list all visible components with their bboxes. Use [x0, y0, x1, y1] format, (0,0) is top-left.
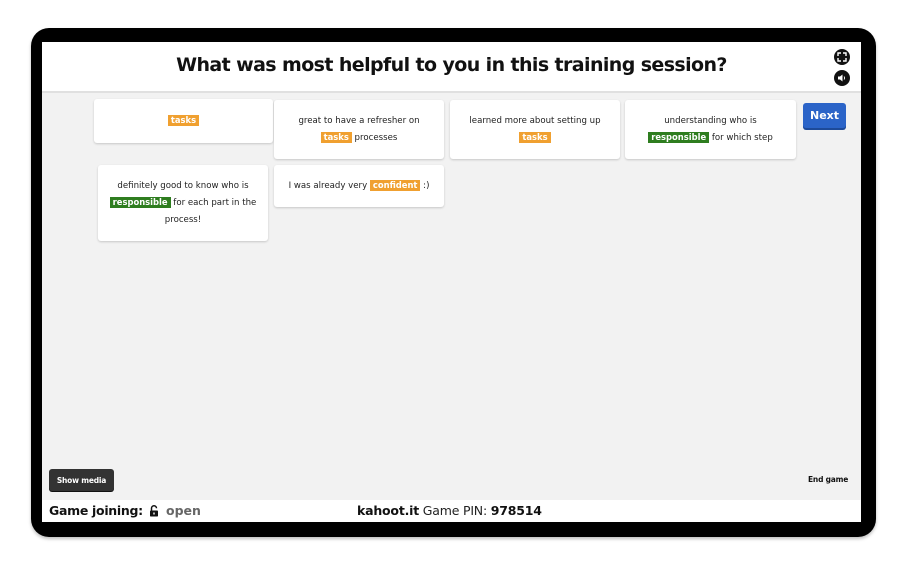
volume-button[interactable] — [834, 70, 850, 86]
response-card: I was already very confident :) — [274, 165, 444, 207]
next-button[interactable]: Next — [803, 103, 846, 128]
response-text: definitely good to know who is responsib… — [108, 178, 258, 229]
response-text-fragment: :) — [420, 180, 430, 191]
response-card: learned more about setting up tasks — [450, 100, 620, 159]
response-text: understanding who is responsible for whi… — [635, 113, 786, 147]
game-joining-label: Game joining: — [49, 503, 143, 518]
response-text-fragment: for which step — [709, 132, 773, 143]
show-media-button[interactable]: Show media — [49, 469, 114, 491]
response-text: great to have a refresher on tasks proce… — [284, 113, 434, 147]
response-text-fragment: learned more about setting up — [469, 115, 601, 126]
question-header: What was most helpful to you in this tra… — [42, 42, 861, 93]
response-text-fragment: great to have a refresher on — [298, 115, 420, 126]
fullscreen-icon — [837, 52, 847, 62]
keyword-highlight: responsible — [648, 131, 710, 143]
response-card: great to have a refresher on tasks proce… — [274, 100, 444, 159]
response-card: definitely good to know who is responsib… — [98, 165, 268, 241]
unlocked-icon[interactable] — [149, 505, 159, 517]
keyword-highlight: confident — [369, 179, 421, 191]
keyword-highlight: tasks — [519, 131, 551, 143]
host-url: kahoot.it — [357, 503, 420, 518]
keyword-highlight: tasks — [167, 114, 200, 126]
kahoot-screen: What was most helpful to you in this tra… — [42, 42, 861, 522]
game-joining-status: open — [166, 503, 201, 518]
game-pin-info: kahoot.it Game PIN: 978514 — [357, 503, 542, 518]
question-title: What was most helpful to you in this tra… — [176, 54, 727, 76]
volume-icon — [838, 74, 846, 82]
response-text: learned more about setting up tasks — [460, 113, 610, 147]
response-text: I was already very confident :) — [288, 178, 430, 195]
keyword-highlight: tasks — [320, 131, 352, 143]
response-text: tasks — [167, 113, 200, 130]
footer-bar: Game joining: open kahoot.it Game PIN: 9… — [42, 500, 861, 522]
response-text-fragment: I was already very — [288, 180, 370, 191]
response-text-fragment: understanding who is — [664, 115, 757, 126]
response-text-fragment: definitely good to know who is — [117, 180, 249, 191]
response-text-fragment: processes — [351, 132, 398, 143]
end-game-button[interactable]: End game — [808, 475, 848, 484]
keyword-highlight: responsible — [109, 196, 171, 208]
game-pin: 978514 — [490, 503, 542, 518]
game-pin-label: Game PIN: — [422, 503, 487, 518]
response-card: understanding who is responsible for whi… — [625, 100, 796, 159]
response-card: tasks — [94, 99, 273, 143]
fullscreen-button[interactable] — [834, 49, 850, 65]
response-text-fragment: for each part in the process! — [164, 197, 257, 225]
